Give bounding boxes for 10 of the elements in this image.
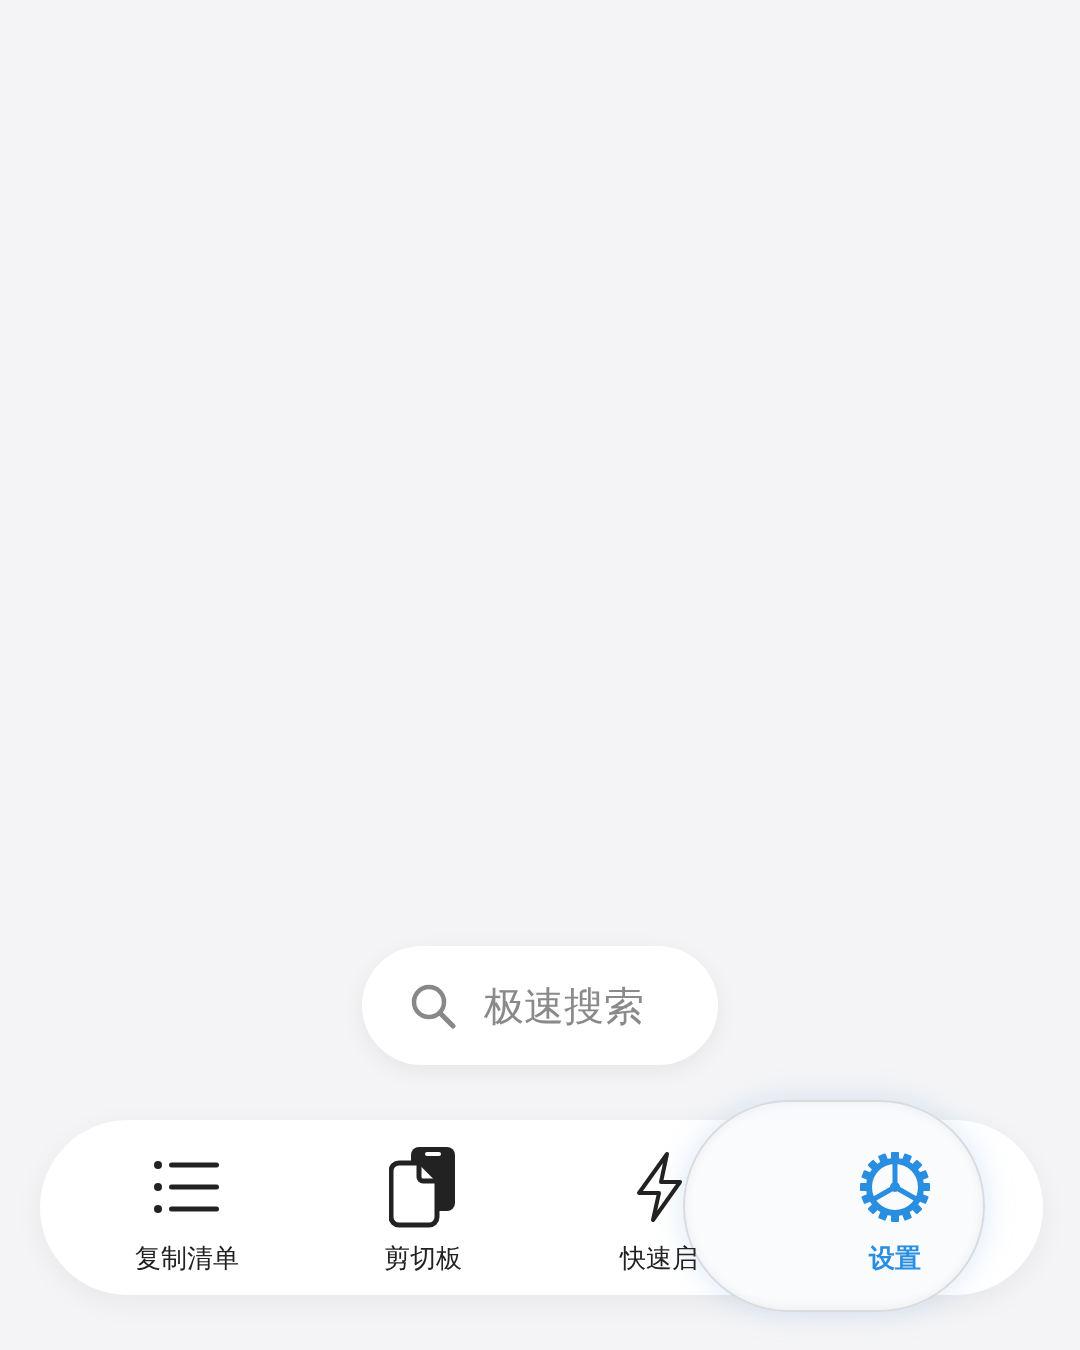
list-icon — [153, 1161, 221, 1213]
settings-icon — [859, 1151, 931, 1223]
lightning-icon — [635, 1151, 683, 1223]
search-icon — [410, 982, 456, 1029]
search-input[interactable]: 极速搜索 — [482, 981, 706, 1030]
documents-icon — [389, 1145, 457, 1229]
search-bar[interactable]: 极速搜索 — [362, 946, 718, 1065]
tab[interactable]: 快速启 — [541, 1120, 777, 1295]
tab[interactable]: 复制清单 — [69, 1120, 305, 1295]
tab[interactable]: 剪切板 — [305, 1120, 541, 1295]
